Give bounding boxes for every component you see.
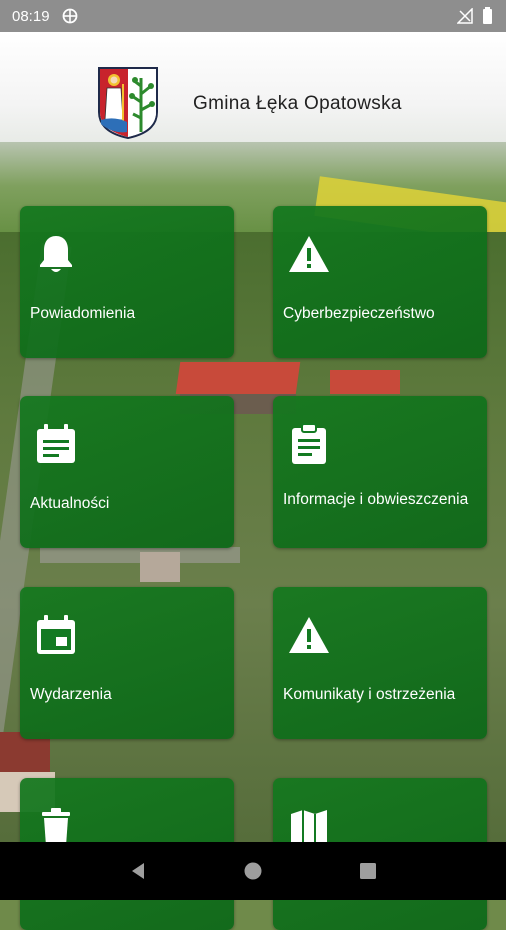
tile-cyberbezpieczenstwo[interactable]: Cyberbezpieczeństwo bbox=[273, 206, 487, 358]
news-icon bbox=[37, 424, 75, 463]
app-header: Gmina Łęka Opatowska bbox=[0, 32, 506, 152]
recents-icon[interactable] bbox=[358, 861, 378, 881]
back-icon[interactable] bbox=[128, 861, 148, 881]
battery-icon bbox=[483, 6, 492, 24]
warning-icon bbox=[289, 617, 329, 653]
tile-label: Wydarzenia bbox=[30, 686, 112, 703]
tile-label: Komunikaty i ostrzeżenia bbox=[283, 686, 456, 703]
bell-icon bbox=[40, 236, 72, 272]
signal-off-icon bbox=[457, 8, 473, 24]
tile-aktualnosci[interactable]: Aktualności bbox=[20, 396, 234, 548]
tile-wydarzenia[interactable]: Wydarzenia bbox=[20, 587, 234, 739]
tile-label: Powiadomienia bbox=[30, 305, 136, 322]
app-title: Gmina Łęka Opatowska bbox=[193, 93, 402, 114]
tile-label: Informacje i obwieszczenia bbox=[283, 491, 469, 508]
home-icon[interactable] bbox=[243, 861, 263, 881]
clipboard-icon bbox=[292, 423, 326, 464]
vpn-globe-icon bbox=[62, 8, 77, 24]
tile-label: Cyberbezpieczeństwo bbox=[283, 305, 435, 322]
tile-informacje-i-obwieszczenia[interactable]: Informacje i obwieszczenia bbox=[273, 396, 487, 548]
status-time: 08:19 bbox=[12, 7, 50, 25]
status-bar: 08:19 bbox=[0, 0, 506, 32]
tile-powiadomienia[interactable]: Powiadomienia bbox=[20, 206, 234, 358]
system-navigation-bar bbox=[0, 842, 506, 900]
tile-komunikaty-i-ostrzezenia[interactable]: Komunikaty i ostrzeżenia bbox=[273, 587, 487, 739]
warning-icon bbox=[289, 236, 329, 272]
calendar-icon bbox=[37, 615, 75, 654]
coat-of-arms-logo bbox=[98, 67, 158, 140]
tile-label: Aktualności bbox=[30, 495, 110, 512]
